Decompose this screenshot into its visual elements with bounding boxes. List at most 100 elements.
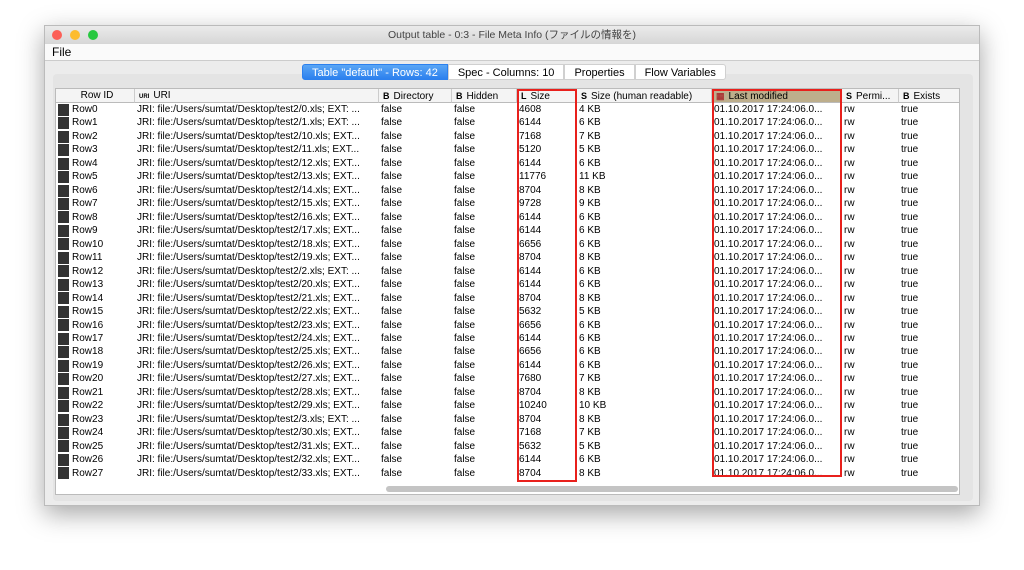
cell-uri: JRI: file:/Users/sumtat/Desktop/test2/18… xyxy=(137,238,360,250)
cell-hidden: false xyxy=(454,467,476,479)
row-marker xyxy=(58,265,69,278)
menu-file[interactable]: File xyxy=(52,45,71,59)
row-marker xyxy=(58,211,69,224)
column-label: Permi... xyxy=(856,91,891,102)
column-label: Hidden xyxy=(466,91,499,102)
cell-size-human: 8 KB xyxy=(579,386,601,398)
cell-permissions: rw xyxy=(844,319,855,331)
cell-hidden: false xyxy=(454,171,476,183)
cell-exists: true xyxy=(901,440,919,452)
cell-uri: JRI: file:/Users/sumtat/Desktop/test2/11… xyxy=(137,144,360,156)
cell-uri: JRI: file:/Users/sumtat/Desktop/test2/13… xyxy=(137,171,360,183)
cell-row-id: Row0 xyxy=(56,103,135,116)
cell-size-human: 6 KB xyxy=(579,319,601,331)
row-id: Row26 xyxy=(72,454,104,466)
cell-permissions: rw xyxy=(844,386,855,398)
cell-uri: JRI: file:/Users/sumtat/Desktop/test2/24… xyxy=(137,332,360,344)
cell-hidden: false xyxy=(454,104,476,115)
cell-exists: true xyxy=(901,332,919,344)
cell-directory: false xyxy=(381,198,403,210)
cell-uri: JRI: file:/Users/sumtat/Desktop/test2/28… xyxy=(137,386,360,398)
cell-exists: true xyxy=(901,171,919,183)
column-header-row-id[interactable]: Row ID xyxy=(56,89,135,103)
cell-exists: true xyxy=(901,184,919,196)
row-id: Row21 xyxy=(72,386,104,398)
minimize-button[interactable] xyxy=(70,30,80,40)
cell-uri: JRI: file:/Users/sumtat/Desktop/test2/17… xyxy=(137,225,360,237)
cell-permissions: rw xyxy=(844,373,855,385)
column-header-uri[interactable]: URI URI xyxy=(135,89,379,103)
cell-permissions: rw xyxy=(844,130,855,142)
cell-uri: JRI: file:/Users/sumtat/Desktop/test2/14… xyxy=(137,184,360,196)
cell-exists: true xyxy=(901,117,919,129)
cell-uri: JRI: file:/Users/sumtat/Desktop/test2/20… xyxy=(137,279,360,291)
cell-row-id: Row26 xyxy=(56,453,135,466)
cell-directory: false xyxy=(381,144,403,156)
cell-row-id: Row14 xyxy=(56,292,135,305)
row-id: Row0 xyxy=(72,104,98,115)
column-header-exists[interactable]: B Exists xyxy=(899,89,959,103)
row-marker xyxy=(58,224,69,237)
column-header-directory[interactable]: B Directory xyxy=(379,89,452,103)
column-header-permissions[interactable]: S Permi... xyxy=(842,89,899,103)
cell-directory: false xyxy=(381,171,403,183)
cell-uri: JRI: file:/Users/sumtat/Desktop/test2/33… xyxy=(137,467,360,479)
row-id: Row3 xyxy=(72,144,98,156)
row-marker xyxy=(58,238,69,251)
cell-row-id: Row1 xyxy=(56,116,135,130)
cell-exists: true xyxy=(901,211,919,223)
row-marker xyxy=(58,346,69,359)
cell-uri: JRI: file:/Users/sumtat/Desktop/test2/3.… xyxy=(137,413,360,425)
cell-permissions: rw xyxy=(844,332,855,344)
tab-table[interactable]: Table "default" - Rows: 42 xyxy=(302,64,448,80)
cell-permissions: rw xyxy=(844,413,855,425)
cell-uri: JRI: file:/Users/sumtat/Desktop/test2/29… xyxy=(137,400,360,412)
zoom-button[interactable] xyxy=(88,30,98,40)
cell-hidden: false xyxy=(454,198,476,210)
cell-exists: true xyxy=(901,467,919,479)
cell-size-human: 7 KB xyxy=(579,427,601,439)
cell-permissions: rw xyxy=(844,238,855,250)
tab-properties[interactable]: Properties xyxy=(564,64,635,80)
row-id: Row8 xyxy=(72,211,98,223)
cell-exists: true xyxy=(901,454,919,466)
tab-flow-variables[interactable]: Flow Variables xyxy=(634,64,726,80)
cell-uri: JRI: file:/Users/sumtat/Desktop/test2/10… xyxy=(137,130,360,142)
cell-uri: JRI: file:/Users/sumtat/Desktop/test2/31… xyxy=(137,440,360,452)
row-marker xyxy=(58,400,69,413)
cell-size-human: 11 KB xyxy=(579,171,606,183)
cell-permissions: rw xyxy=(844,117,855,129)
cell-directory: false xyxy=(381,306,403,318)
cell-directory: false xyxy=(381,400,403,412)
cell-uri: JRI: file:/Users/sumtat/Desktop/test2/1.… xyxy=(137,117,360,129)
cell-hidden: false xyxy=(454,306,476,318)
cell-exists: true xyxy=(901,265,919,277)
cell-hidden: false xyxy=(454,144,476,156)
row-id: Row18 xyxy=(72,346,104,358)
cell-uri: JRI: file:/Users/sumtat/Desktop/test2/27… xyxy=(137,373,360,385)
tab-spec[interactable]: Spec - Columns: 10 xyxy=(447,64,565,80)
cell-row-id: Row4 xyxy=(56,157,135,170)
row-marker xyxy=(58,373,69,386)
cell-row-id: Row19 xyxy=(56,359,135,372)
cell-row-id: Row9 xyxy=(56,224,135,237)
cell-directory: false xyxy=(381,319,403,331)
cell-exists: true xyxy=(901,400,919,412)
cell-hidden: false xyxy=(454,454,476,466)
cell-exists: true xyxy=(901,252,919,264)
cell-row-id: Row21 xyxy=(56,386,135,399)
cell-size-human: 8 KB xyxy=(579,292,601,304)
cell-exists: true xyxy=(901,373,919,385)
cell-exists: true xyxy=(901,104,919,115)
column-header-size-human[interactable]: S Size (human readable) xyxy=(577,89,712,103)
column-header-hidden[interactable]: B Hidden xyxy=(452,89,517,103)
row-id: Row4 xyxy=(72,157,98,169)
row-marker xyxy=(58,171,69,184)
row-marker xyxy=(58,332,69,345)
cell-hidden: false xyxy=(454,400,476,412)
cell-row-id: Row5 xyxy=(56,170,135,184)
close-button[interactable] xyxy=(52,30,62,40)
cell-permissions: rw xyxy=(844,157,855,169)
row-marker xyxy=(58,413,69,426)
horizontal-scrollbar[interactable] xyxy=(386,486,958,492)
